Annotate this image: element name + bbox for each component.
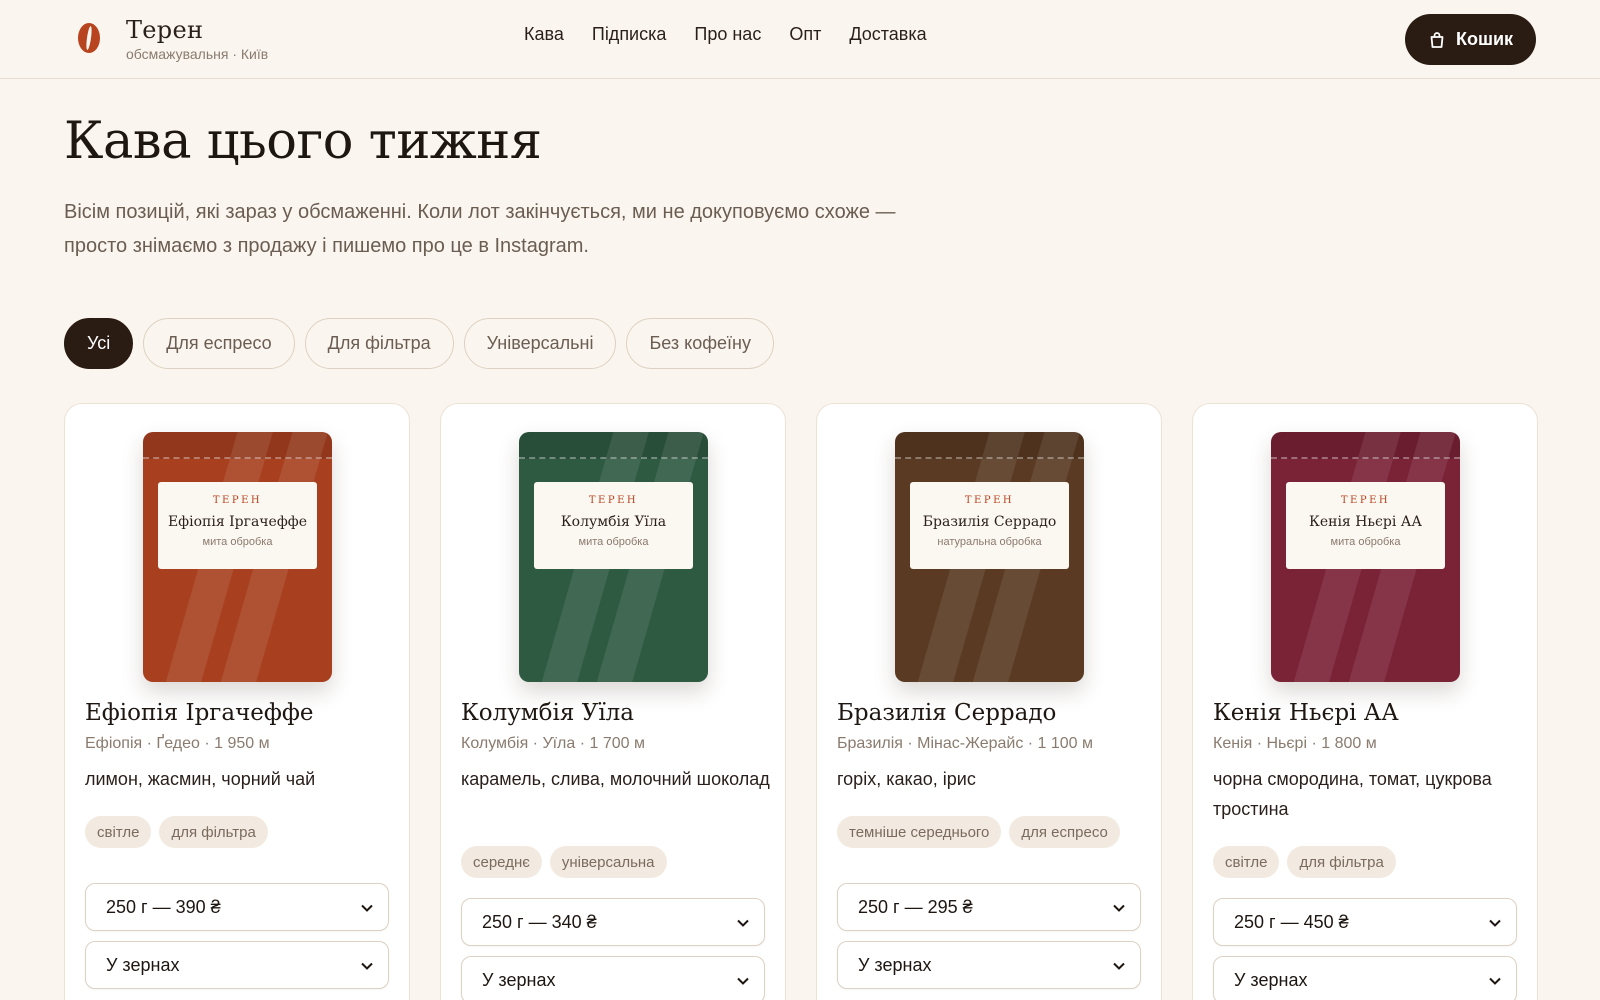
- pack-label: ТЕРЕН Бразилія Серрадо натуральна обробк…: [910, 482, 1069, 569]
- filter-chips: Усі Для еспресо Для фільтра Універсальні…: [64, 318, 774, 369]
- shopping-bag-icon: [1430, 31, 1444, 48]
- product-tags: середнє універсальна: [461, 846, 667, 878]
- pack-label: ТЕРЕН Колумбія Уїла мита обробка: [534, 482, 693, 569]
- pack-name: Бразилія Серрадо: [922, 514, 1057, 530]
- grind-select[interactable]: У зернах: [1213, 956, 1517, 1000]
- product-notes: карамель, слива, молочний шоколад: [461, 769, 770, 789]
- pack-process: натуральна обробка: [937, 536, 1042, 548]
- coffee-pack-image[interactable]: ТЕРЕН Ефіопія Іргачеффе мита обробка: [143, 432, 332, 682]
- product-tags: світле для фільтра: [85, 816, 268, 848]
- brand-subtitle: обсмажувальня · Київ: [126, 46, 269, 62]
- product-name[interactable]: Колумбія Уїла: [461, 700, 634, 726]
- pack-brand: ТЕРЕН: [588, 495, 639, 506]
- weight-select-value: 250 г — 340 ₴: [482, 911, 597, 932]
- chevron-down-icon: [361, 962, 373, 970]
- product-card: ТЕРЕН Кенія Ньєрі АА мита обробка Кенія …: [1192, 403, 1538, 1000]
- product-origin: Ефіопія · Ґедео · 1 950 м: [85, 735, 270, 752]
- weight-select-value: 250 г — 295 ₴: [858, 896, 973, 917]
- weight-select[interactable]: 250 г — 340 ₴: [461, 898, 765, 946]
- chevron-down-icon: [361, 904, 373, 912]
- site-header: Терен обсмажувальня · Київ Кава Підписка…: [0, 0, 1600, 79]
- filter-chip-universal[interactable]: Універсальні: [463, 318, 617, 369]
- product-grid: ТЕРЕН Ефіопія Іргачеффе мита обробка Ефі…: [64, 403, 1538, 1000]
- product-name[interactable]: Ефіопія Іргачеффе: [85, 700, 314, 726]
- product-card: ТЕРЕН Бразилія Серрадо натуральна обробк…: [816, 403, 1162, 1000]
- product-card: ТЕРЕН Колумбія Уїла мита обробка Колумбі…: [440, 403, 786, 1000]
- roast-tag: світле: [85, 816, 152, 848]
- weight-select-value: 250 г — 450 ₴: [1234, 911, 1349, 932]
- product-origin: Бразилія · Мінас-Жерайс · 1 100 м: [837, 735, 1094, 752]
- weight-select[interactable]: 250 г — 390 ₴: [85, 883, 389, 931]
- grind-select-value: У зернах: [1234, 969, 1308, 990]
- chevron-down-icon: [737, 977, 749, 985]
- weight-select[interactable]: 250 г — 450 ₴: [1213, 898, 1517, 946]
- pack-name: Кенія Ньєрі АА: [1309, 514, 1422, 530]
- brand-name[interactable]: Терен: [126, 16, 203, 44]
- grind-select-value: У зернах: [858, 954, 932, 975]
- nav-item-about[interactable]: Про нас: [694, 24, 761, 45]
- product-origin: Колумбія · Уїла · 1 700 м: [461, 735, 645, 752]
- grind-select-value: У зернах: [106, 954, 180, 975]
- brew-tag: для фільтра: [1287, 846, 1396, 878]
- page-intro: Вісім позицій, які зараз у обсмаженні. К…: [64, 201, 896, 257]
- cart-button[interactable]: Кошик: [1405, 14, 1536, 65]
- product-tags: темніше середнього для еспресо: [837, 816, 1120, 848]
- filter-chip-espresso[interactable]: Для еспресо: [143, 318, 295, 369]
- chevron-down-icon: [1113, 962, 1125, 970]
- coffee-bean-logo-icon[interactable]: [78, 23, 100, 53]
- grind-select[interactable]: У зернах: [461, 956, 765, 1000]
- cart-label: Кошик: [1455, 29, 1514, 49]
- weight-select-value: 250 г — 390 ₴: [106, 896, 221, 917]
- chevron-down-icon: [1489, 977, 1501, 985]
- pack-brand: ТЕРЕН: [1340, 495, 1391, 506]
- brew-tag: для еспресо: [1009, 816, 1120, 848]
- grind-select[interactable]: У зернах: [85, 941, 389, 989]
- brew-tag: універсальна: [549, 846, 667, 878]
- grind-select-value: У зернах: [482, 969, 556, 990]
- coffee-pack-image[interactable]: ТЕРЕН Кенія Ньєрі АА мита обробка: [1271, 432, 1460, 682]
- nav-item-subscription[interactable]: Підписка: [592, 24, 667, 45]
- filter-chip-decaf[interactable]: Без кофеїну: [626, 318, 774, 369]
- product-name[interactable]: Бразилія Серрадо: [837, 700, 1056, 726]
- coffee-pack-image[interactable]: ТЕРЕН Бразилія Серрадо натуральна обробк…: [895, 432, 1084, 682]
- page-title: Кава цього тижня: [64, 112, 542, 171]
- roast-tag: світле: [1213, 846, 1280, 878]
- pack-brand: ТЕРЕН: [212, 495, 263, 506]
- filter-chip-all[interactable]: Усі: [64, 318, 134, 369]
- coffee-pack-image[interactable]: ТЕРЕН Колумбія Уїла мита обробка: [519, 432, 708, 682]
- product-notes: лимон, жасмин, чорний чай: [85, 769, 316, 789]
- main-nav: Кава Підписка Про нас Опт Доставка: [524, 24, 927, 45]
- brew-tag: для фільтра: [159, 816, 268, 848]
- nav-item-wholesale[interactable]: Опт: [789, 24, 821, 45]
- product-notes: чорна смородина, томат, цукрова тростина: [1213, 769, 1492, 819]
- chevron-down-icon: [737, 919, 749, 927]
- nav-item-coffee[interactable]: Кава: [524, 24, 564, 45]
- product-origin: Кенія · Ньєрі · 1 800 м: [1213, 735, 1377, 752]
- pack-process: мита обробка: [202, 536, 273, 548]
- product-card: ТЕРЕН Ефіопія Іргачеффе мита обробка Ефі…: [64, 403, 410, 1000]
- chevron-down-icon: [1489, 919, 1501, 927]
- roast-tag: темніше середнього: [837, 816, 1002, 848]
- product-notes: горіх, какао, ірис: [837, 769, 976, 789]
- pack-label: ТЕРЕН Кенія Ньєрі АА мита обробка: [1286, 482, 1445, 569]
- product-tags: світле для фільтра: [1213, 846, 1396, 878]
- product-name[interactable]: Кенія Ньєрі АА: [1213, 700, 1399, 726]
- pack-process: мита обробка: [578, 536, 649, 548]
- pack-label: ТЕРЕН Ефіопія Іргачеффе мита обробка: [158, 482, 317, 569]
- filter-chip-filter[interactable]: Для фільтра: [304, 318, 454, 369]
- grind-select[interactable]: У зернах: [837, 941, 1141, 989]
- chevron-down-icon: [1113, 904, 1125, 912]
- weight-select[interactable]: 250 г — 295 ₴: [837, 883, 1141, 931]
- pack-name: Колумбія Уїла: [560, 514, 667, 530]
- nav-item-delivery[interactable]: Доставка: [849, 24, 926, 45]
- pack-process: мита обробка: [1330, 536, 1401, 548]
- pack-brand: ТЕРЕН: [964, 495, 1015, 506]
- pack-name: Ефіопія Іргачеффе: [167, 514, 308, 530]
- roast-tag: середнє: [461, 846, 542, 878]
